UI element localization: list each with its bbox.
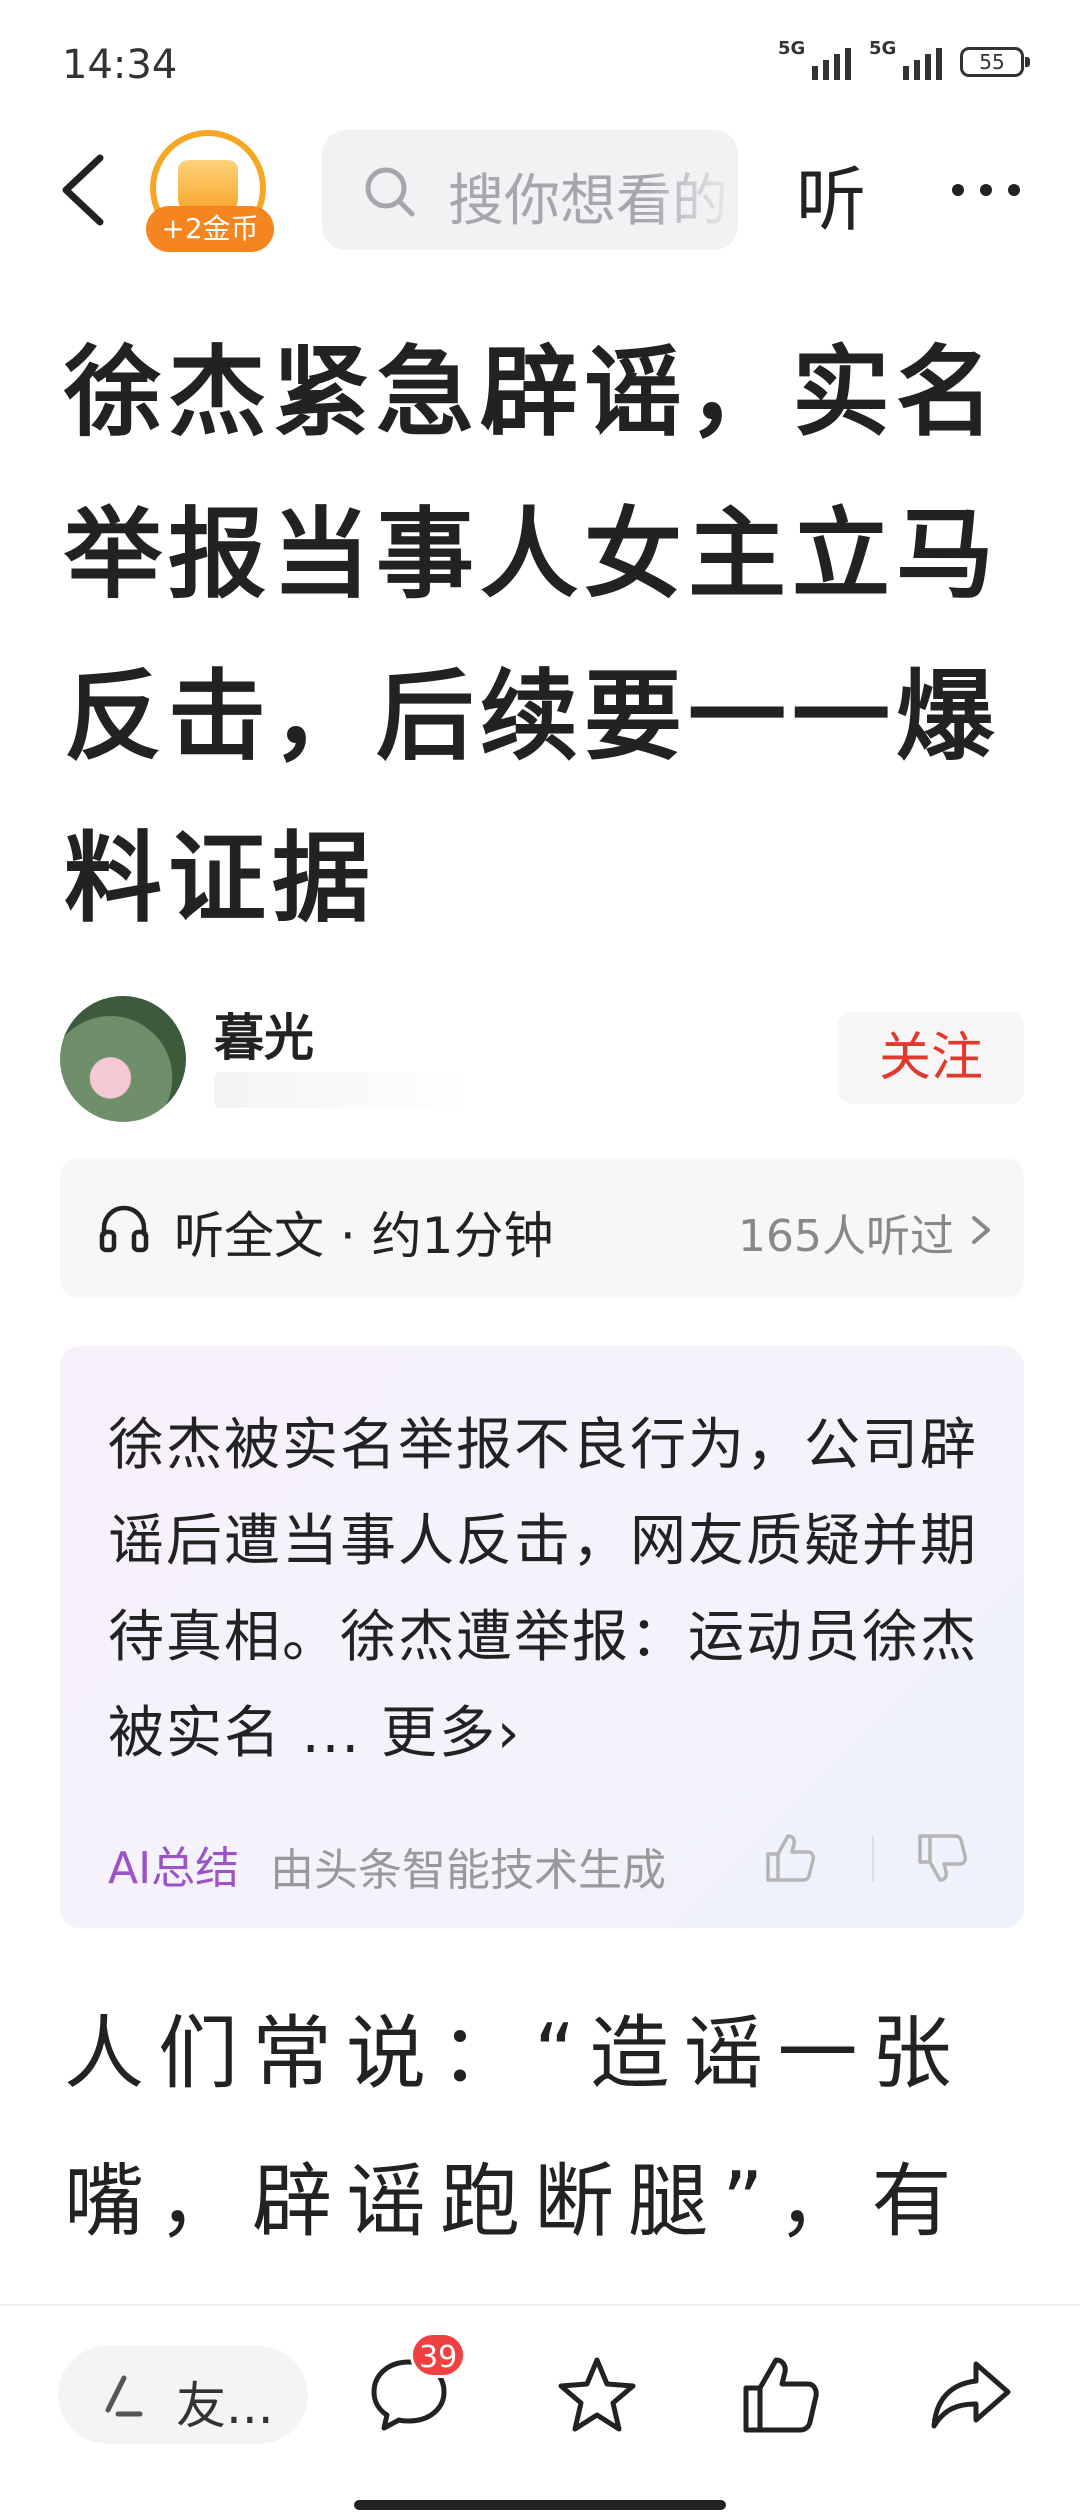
article-screen: 14:34 5G 5G 55 +2金币 搜你想看的 听 徐杰紧急辟谣，实名举报当… — [0, 0, 1080, 2520]
more-dots-icon — [952, 184, 1020, 196]
home-indicator — [354, 2500, 726, 2510]
star-icon[interactable] — [552, 2350, 642, 2440]
more-button[interactable] — [946, 150, 1026, 230]
search-icon — [365, 167, 415, 217]
thumb-down-icon[interactable] — [914, 1830, 970, 1886]
search-input[interactable]: 搜你想看的 — [322, 130, 738, 250]
divider — [872, 1836, 874, 1882]
ai-summary-text: 徐杰被实名举报不良行为，公司辟谣后遭当事人反击，网友质疑并期待真相。徐杰遭举报：… — [108, 1398, 988, 1782]
author-subtitle-placeholder — [214, 1072, 474, 1108]
headphone-icon — [99, 1205, 149, 1253]
back-button[interactable] — [48, 150, 118, 230]
follow-button[interactable]: 关注 — [838, 1012, 1024, 1104]
comment-count-badge: 39 — [410, 2332, 467, 2378]
article-title: 徐杰紧急辟谣，实名举报当事人女主立马反击，后续要一一爆料证据 — [64, 336, 1001, 936]
share-icon[interactable] — [926, 2350, 1016, 2440]
pen-icon — [105, 2375, 143, 2417]
bottom-action-bar: 友... 39 — [0, 2304, 1080, 2520]
ai-summary-body: 徐杰被实名举报不良行为，公司辟谣后遭当事人反击，网友质疑并期待真相。徐杰遭举报：… — [108, 1413, 978, 1766]
ai-summary-more-label: 更多 — [381, 1701, 498, 1766]
listen-count: 165人听过 — [738, 1211, 954, 1262]
coin-reward-label: +2金币 — [146, 206, 274, 252]
thumb-up-icon[interactable] — [762, 1830, 818, 1886]
battery-icon: 55 — [960, 47, 1030, 77]
ai-summary-source: 由头条智能技术生成 — [270, 1845, 666, 1896]
network-type-label: 5G — [869, 38, 897, 59]
author-row: 暮光 关注 — [60, 996, 1024, 1126]
top-nav: +2金币 搜你想看的 听 — [0, 130, 1080, 252]
network-type-label: 5G — [778, 38, 806, 59]
status-bar: 14:34 5G 5G 55 — [0, 0, 1080, 130]
ai-summary-tag: AI总结 — [108, 1843, 240, 1894]
chevron-right-icon — [972, 1216, 990, 1244]
ai-summary-card: 徐杰被实名举报不良行为，公司辟谣后遭当事人反击，网友质疑并期待真相。徐杰遭举报：… — [60, 1346, 1024, 1928]
chevron-left-icon — [62, 154, 104, 226]
signal-icon: 5G — [869, 38, 942, 80]
author-name[interactable]: 暮光 — [214, 998, 314, 1070]
listen-full-text-bar[interactable]: 听全文 · 约1分钟 165人听过 — [60, 1158, 1024, 1298]
status-time: 14:34 — [62, 42, 178, 88]
listen-button[interactable]: 听 — [796, 144, 866, 245]
author-avatar[interactable] — [60, 996, 186, 1122]
status-icons: 5G 5G 55 — [778, 38, 1030, 80]
like-icon[interactable] — [736, 2350, 826, 2440]
ai-summary-more-link[interactable]: 更多› — [361, 1701, 521, 1766]
coin-reward-button[interactable]: +2金币 — [146, 130, 274, 258]
comment-placeholder: 友... — [176, 2377, 274, 2435]
comment-input[interactable]: 友... — [58, 2346, 308, 2444]
signal-icon: 5G — [778, 38, 851, 80]
listen-title: 听全文 · 约1分钟 — [174, 1207, 554, 1265]
